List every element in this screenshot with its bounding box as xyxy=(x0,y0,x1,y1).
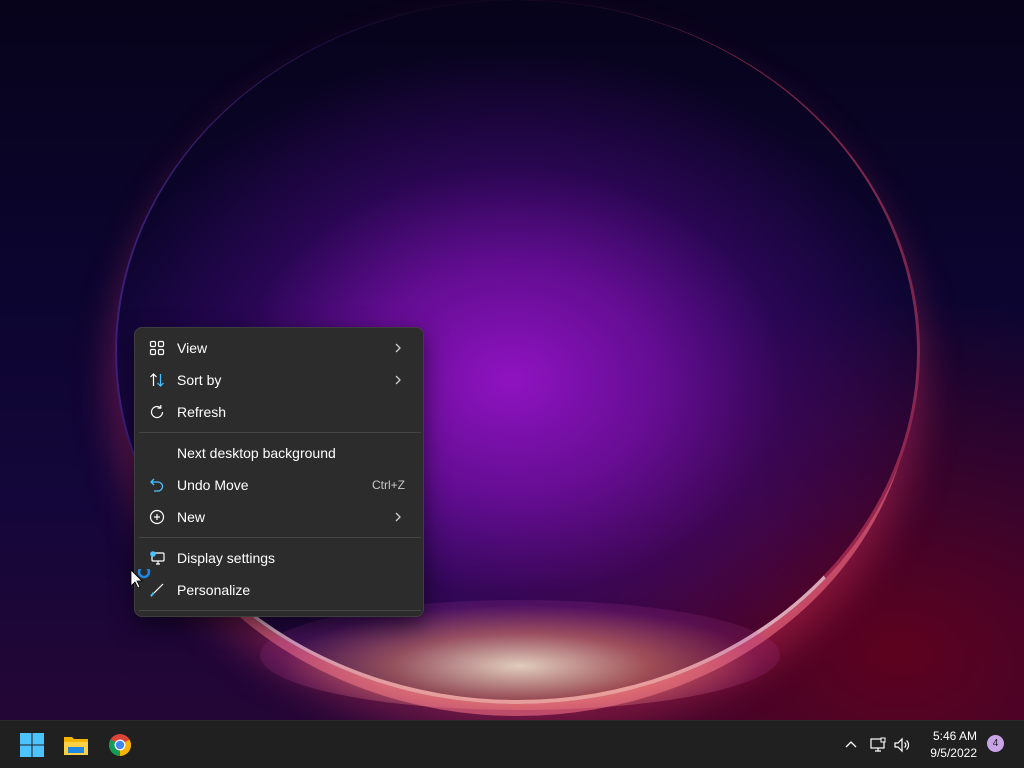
new-plus-icon xyxy=(149,509,165,525)
start-button[interactable] xyxy=(16,729,48,761)
chevron-right-icon xyxy=(395,343,401,353)
taskbar: 5:46 AM 9/5/2022 xyxy=(0,720,1024,768)
menu-item-label: Sort by xyxy=(177,372,222,388)
chevron-right-icon xyxy=(395,512,401,522)
sort-icon xyxy=(150,373,164,387)
menu-item-label: Refresh xyxy=(177,404,227,420)
menu-item-label: Next desktop background xyxy=(177,445,336,461)
refresh-icon xyxy=(150,405,164,419)
menu-separator xyxy=(139,432,421,433)
menu-item-sort-by[interactable]: Sort by xyxy=(139,364,419,396)
undo-icon xyxy=(150,478,164,492)
menu-item-next-desktop-background[interactable]: Next desktop background xyxy=(139,437,419,469)
menu-item-label: Personalize xyxy=(177,582,251,598)
chrome-icon xyxy=(109,734,131,756)
menu-item-label: View xyxy=(177,340,208,356)
desktop-context-menu: View Sort by Refresh Next desktop backgr… xyxy=(134,327,424,617)
menu-item-label: New xyxy=(177,509,206,525)
menu-item-personalize[interactable]: Personalize xyxy=(139,574,419,606)
show-hidden-icons-chevron-icon[interactable] xyxy=(843,737,859,753)
clock-time: 5:46 AM xyxy=(932,729,977,743)
file-explorer-icon xyxy=(64,737,88,755)
menu-item-view[interactable]: View xyxy=(139,332,419,364)
clock-date: 9/5/2022 xyxy=(930,746,977,760)
menu-item-refresh[interactable]: Refresh xyxy=(139,396,419,428)
menu-item-new[interactable]: New xyxy=(139,501,419,533)
mouse-cursor-busy-icon xyxy=(130,569,151,589)
chrome-button[interactable] xyxy=(104,729,136,761)
file-explorer-button[interactable] xyxy=(60,729,92,761)
network-icon[interactable] xyxy=(869,736,887,754)
menu-item-display-settings[interactable]: Display settings xyxy=(139,542,419,574)
menu-separator xyxy=(139,537,421,538)
shortcut-label: Ctrl+Z xyxy=(372,478,405,492)
notification-center-badge[interactable]: 4 xyxy=(987,735,1004,752)
menu-item-label: Undo Move xyxy=(177,477,249,493)
view-grid-icon xyxy=(149,340,165,356)
chevron-right-icon xyxy=(395,375,401,385)
menu-separator xyxy=(139,610,421,611)
display-settings-icon xyxy=(150,551,165,565)
menu-item-label: Display settings xyxy=(177,550,276,566)
windows-start-icon xyxy=(20,733,44,757)
volume-icon[interactable] xyxy=(893,736,911,754)
menu-item-undo-move[interactable]: Undo Move Ctrl+Z xyxy=(139,469,419,501)
